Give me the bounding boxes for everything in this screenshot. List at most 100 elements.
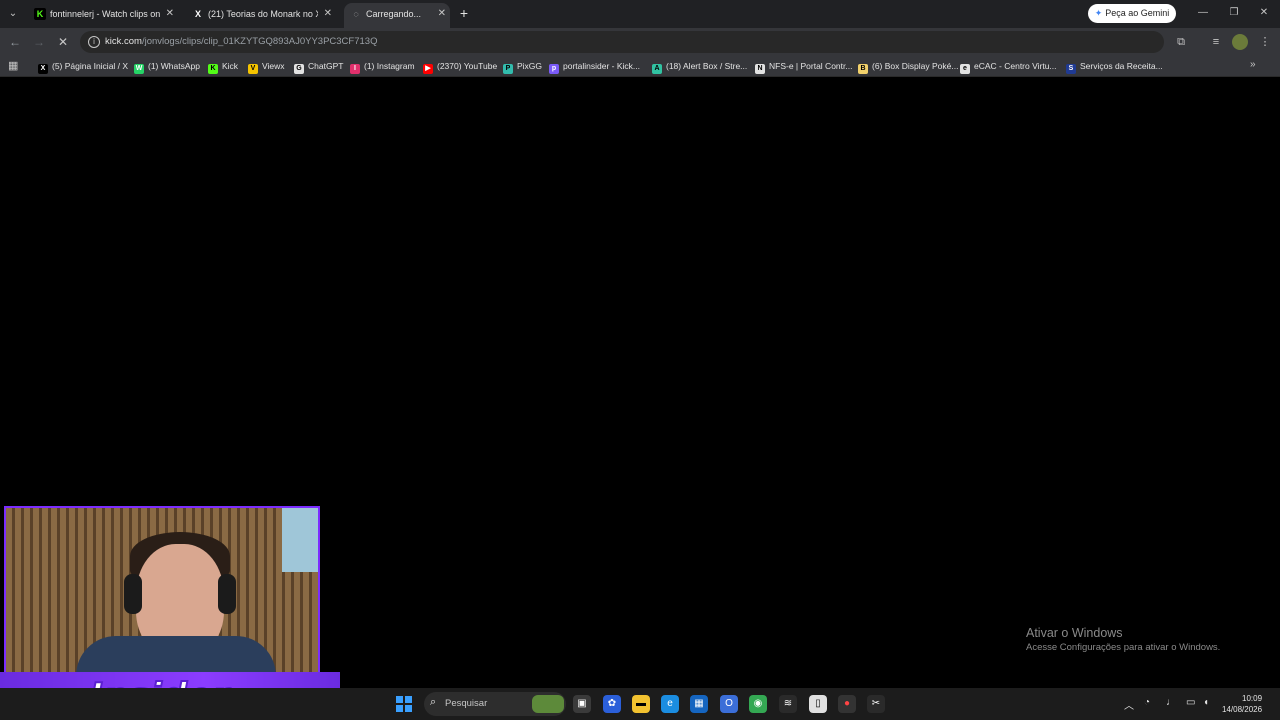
bookmark-item[interactable]: N NFS-e | Portal Contr... — [755, 59, 852, 74]
gemini-icon: ✦ — [1094, 8, 1103, 18]
search-highlight-image — [532, 695, 564, 713]
stop-loading-icon[interactable]: ✕ — [54, 33, 72, 51]
tab-kick-clips[interactable]: K fontinnelerj - Watch clips on Ki ✕ — [28, 3, 178, 25]
search-icon: ⌕ — [430, 696, 437, 708]
bookmark-item[interactable]: e eCAC - Centro Virtu... — [960, 59, 1057, 74]
store-icon[interactable]: ▦ — [690, 695, 708, 713]
bookmark-favicon-icon: I — [350, 64, 360, 74]
file-explorer-icon[interactable]: ▬ — [632, 695, 650, 713]
headset-icon — [218, 574, 236, 614]
apps-grid-icon[interactable]: ▦ — [8, 59, 20, 73]
bookmark-favicon-icon: N — [755, 64, 765, 74]
bookmark-label: ChatGPT — [308, 61, 344, 71]
microphone-icon[interactable]: ♩ — [1166, 697, 1176, 708]
display-icon[interactable]: ▭ — [1186, 697, 1195, 708]
tab-loading[interactable]: ◌ Carregando... ✕ — [344, 3, 450, 28]
bookmark-favicon-icon: A — [652, 64, 662, 74]
volume-icon[interactable]: ◖ — [1203, 697, 1209, 708]
bookmark-item[interactable]: S Serviços da Receita... — [1066, 59, 1163, 74]
kick-icon: K — [34, 8, 46, 20]
close-icon[interactable]: ✕ — [324, 3, 332, 25]
bookmark-favicon-icon: V — [248, 64, 258, 74]
network-icon[interactable]: ◔ — [1144, 697, 1150, 708]
start-button[interactable] — [396, 696, 412, 712]
windows-taskbar: ⌕ Pesquisar ▣ ✿ ▬ e ▦ O ◉ ≋ ▯ ● ✂ ︿ ◔ ♩ … — [0, 688, 1280, 720]
chrome-icon[interactable]: ◉ — [749, 695, 767, 713]
task-view-icon[interactable]: ▣ — [573, 695, 591, 713]
tab-strip: ⌄ K fontinnelerj - Watch clips on Ki ✕ X… — [0, 0, 1280, 28]
clock-date: 14/08/2026 — [1222, 705, 1263, 714]
bookmark-label: Kick — [222, 61, 239, 71]
restore-icon[interactable]: ❐ — [1226, 5, 1242, 21]
loading-icon: ◌ — [353, 9, 359, 19]
back-icon[interactable]: ← — [6, 33, 24, 51]
close-icon[interactable]: ✕ — [438, 3, 446, 25]
bookmark-item[interactable]: X (5) Página Inicial / X — [38, 59, 128, 74]
more-bookmarks-icon[interactable]: » — [1250, 59, 1256, 70]
show-hidden-icons[interactable]: ︿ — [1124, 697, 1134, 712]
minimize-icon[interactable]: — — [1195, 5, 1211, 21]
headset-icon — [124, 574, 142, 614]
browser-toolbar: ← → ✕ i kick.com/jonvlogs/clips/clip_01K… — [0, 28, 1280, 56]
app-icon[interactable]: ≋ — [779, 695, 797, 713]
bookmark-favicon-icon: G — [294, 64, 304, 74]
bookmark-favicon-icon: S — [1066, 64, 1076, 74]
bookmark-favicon-icon: e — [960, 64, 970, 74]
bookmark-label: (1) Instagram — [364, 61, 415, 71]
media-controls-icon[interactable]: ≡ — [1208, 34, 1224, 50]
clock-time: 10:09 — [1242, 694, 1263, 703]
bookmark-label: Serviços da Receita... — [1080, 61, 1163, 71]
bookmark-favicon-icon: B — [858, 64, 868, 74]
obs-icon[interactable]: ● — [838, 695, 856, 713]
bookmark-favicon-icon: X — [38, 64, 48, 74]
bookmarks-bar: ▦ X (5) Página Inicial / X W (1) WhatsApp K K… — [0, 56, 1280, 77]
edge-icon[interactable]: e — [661, 695, 679, 713]
tab-search-icon[interactable]: ⌄ — [6, 7, 20, 21]
url-text[interactable]: kick.com/jonvlogs/clips/clip_01KZYTGQ893… — [105, 31, 377, 53]
bookmark-item[interactable]: A (18) Alert Box / Stre... — [652, 59, 747, 74]
bookmark-label: Viewx — [262, 61, 285, 71]
extensions-icon[interactable]: ⧉ — [1173, 34, 1189, 50]
notes-icon[interactable]: ▯ — [809, 695, 827, 713]
bookmark-item[interactable]: ▶ (2370) YouTube — [423, 59, 497, 74]
bookmark-label: portalinsider - Kick... — [563, 61, 640, 71]
bookmark-item[interactable]: B (6) Box Display Poké... — [858, 59, 958, 74]
bookmark-favicon-icon: W — [134, 64, 144, 74]
bookmark-item[interactable]: G ChatGPT — [294, 59, 343, 74]
bookmark-item[interactable]: P PixGG — [503, 59, 542, 74]
watermark-subtitle: Acesse Configurações para ativar o Windo… — [1026, 642, 1221, 653]
bookmark-label: (18) Alert Box / Stre... — [666, 61, 748, 71]
bookmark-item[interactable]: K Kick — [208, 59, 238, 74]
outlook-icon[interactable]: O — [720, 695, 738, 713]
menu-icon[interactable]: ⋮ — [1257, 34, 1273, 50]
site-info-icon[interactable]: i — [88, 36, 100, 48]
bookmark-item[interactable]: V Viewx — [248, 59, 285, 74]
ask-gemini-button[interactable]: ✦ Peça ao Gemini — [1088, 4, 1176, 23]
bookmark-item[interactable]: W (1) WhatsApp — [134, 59, 200, 74]
close-window-icon[interactable]: ✕ — [1256, 5, 1272, 21]
bookmark-label: (2370) YouTube — [437, 61, 498, 71]
taskbar-clock[interactable]: 10:09 14/08/2026 — [1222, 693, 1262, 715]
bookmark-favicon-icon: ▶ — [423, 64, 433, 74]
background-shelf — [282, 508, 318, 572]
address-bar[interactable]: i kick.com/jonvlogs/clips/clip_01KZYTGQ8… — [80, 31, 1164, 53]
copilot-icon[interactable]: ✿ — [603, 695, 621, 713]
tab-x-monark[interactable]: X (21) Teorias do Monark no X: "( ✕ — [186, 3, 336, 25]
forward-icon[interactable]: → — [30, 33, 48, 51]
new-tab-button[interactable]: + — [456, 5, 472, 21]
bookmark-favicon-icon: p — [549, 64, 559, 74]
capcut-icon[interactable]: ✂ — [867, 695, 885, 713]
tab-title: fontinnelerj - Watch clips on Ki — [50, 9, 160, 19]
bookmark-label: PixGG — [517, 61, 543, 71]
bookmark-item[interactable]: I (1) Instagram — [350, 59, 415, 74]
bookmark-item[interactable]: p portalinsider - Kick... — [549, 59, 640, 74]
bookmark-label: (1) WhatsApp — [148, 61, 200, 71]
tab-title: Carregando... — [366, 9, 422, 19]
profile-avatar[interactable] — [1232, 34, 1248, 50]
webcam-overlay — [4, 506, 320, 684]
tab-title: (21) Teorias do Monark no X: "( — [208, 9, 318, 19]
close-icon[interactable]: ✕ — [166, 3, 174, 25]
windows-activation-watermark: Ativar o Windows Acesse Configurações pa… — [1026, 626, 1220, 653]
taskbar-search[interactable]: ⌕ Pesquisar — [424, 692, 566, 716]
bookmark-favicon-icon: P — [503, 64, 513, 74]
